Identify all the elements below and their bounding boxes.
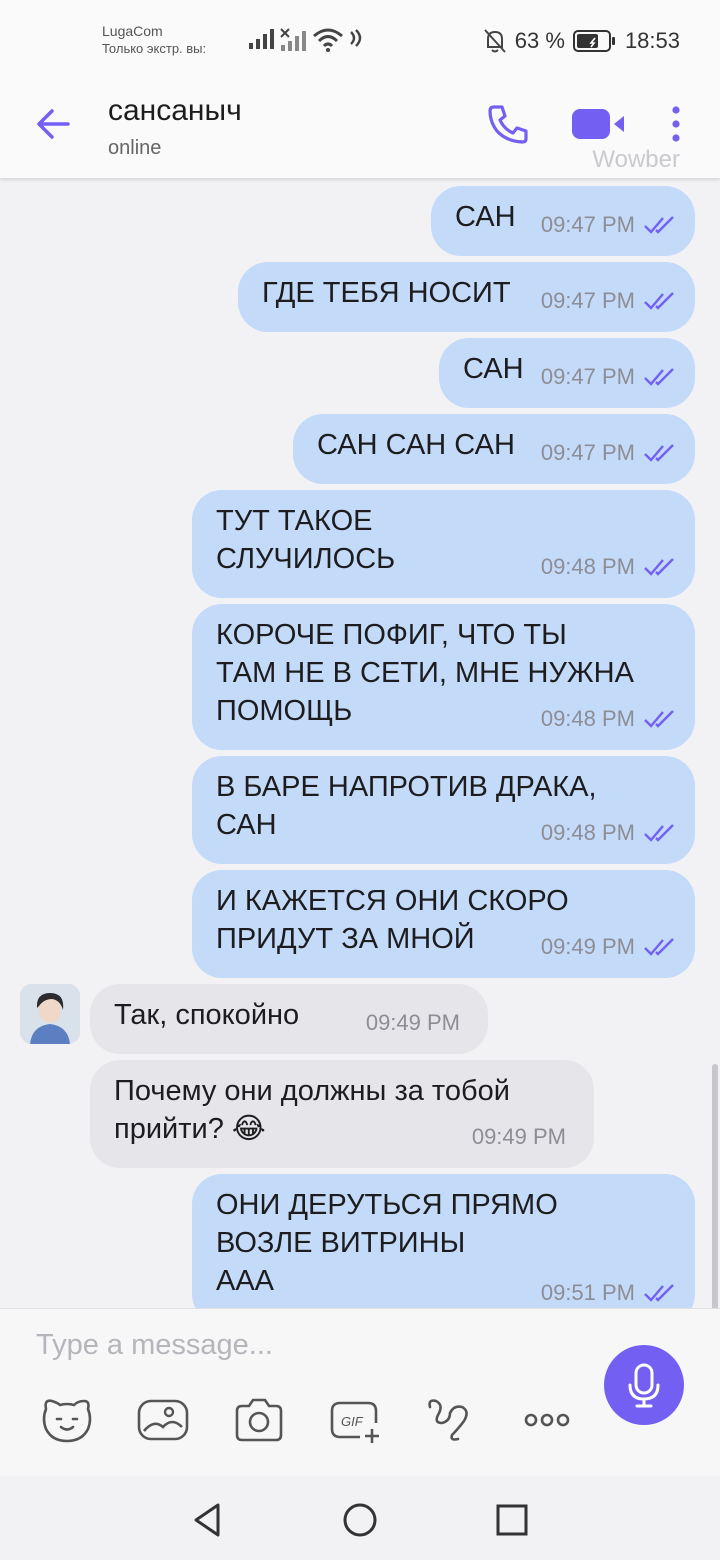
message-time: 09:48 PM	[540, 554, 635, 579]
contact-avatar[interactable]	[20, 984, 80, 1044]
scrollbar[interactable]	[712, 1064, 718, 1308]
more-vertical-icon[interactable]	[664, 102, 688, 146]
read-ticks-icon	[644, 292, 674, 310]
read-ticks-icon	[644, 1284, 674, 1302]
more-horizontal-icon[interactable]	[520, 1395, 574, 1445]
watermark-label: Wowber	[592, 146, 680, 173]
home-circle-icon[interactable]	[340, 1500, 380, 1540]
message-bubble-incoming[interactable]: Так, спокойно 09:49 PM	[90, 984, 488, 1054]
message-time: 09:47 PM	[540, 440, 635, 465]
message-meta: 09:48 PM	[541, 700, 677, 738]
status-right: 63 % 18:53	[483, 28, 680, 54]
message-bubble-outgoing[interactable]: САН САН САН 09:47 PM	[293, 414, 695, 484]
camera-icon[interactable]	[232, 1395, 286, 1445]
mute-notifications-icon	[484, 29, 506, 53]
read-ticks-icon	[644, 368, 674, 386]
carrier-info: LugaCom Только экстр. вы:	[102, 22, 234, 58]
phone-icon[interactable]	[486, 102, 530, 146]
recents-square-icon[interactable]	[492, 1500, 532, 1540]
message-bubble-outgoing[interactable]: ОНИ ДЕРУТЬСЯ ПРЯМО ВОЗЛЕ ВИТРИНЫ ААА 09:…	[192, 1174, 695, 1308]
message-bubble-outgoing[interactable]: В БАРЕ НАПРОТИВ ДРАКА, САН 09:48 PM	[192, 756, 695, 864]
microphone-button[interactable]	[604, 1345, 684, 1425]
message-time: 09:48 PM	[540, 706, 635, 731]
message-time: 09:47 PM	[540, 212, 635, 237]
status-bar: LugaCom Только экстр. вы: 63 % 18:53	[0, 0, 720, 70]
read-ticks-icon	[644, 824, 674, 842]
message-bubble-outgoing[interactable]: ГДЕ ТЕБЯ НОСИТ 09:47 PM	[238, 262, 695, 332]
read-ticks-icon	[644, 216, 674, 234]
message-meta: 09:51 PM	[541, 1274, 677, 1308]
message-time: 09:51 PM	[540, 1280, 635, 1305]
message-time: 09:49 PM	[540, 934, 635, 959]
back-arrow-icon[interactable]	[32, 102, 76, 146]
gif-icon[interactable]: GIF	[328, 1395, 382, 1445]
video-camera-icon[interactable]	[570, 104, 630, 144]
message-list[interactable]: САН 09:47 PM ГДЕ ТЕБЯ НОСИТ 09:47 PM САН…	[0, 178, 720, 1308]
system-nav-bar	[0, 1476, 720, 1560]
battery-percent: 63 %	[514, 28, 565, 53]
read-ticks-icon	[644, 444, 674, 462]
message-bubble-outgoing[interactable]: САН 09:47 PM	[439, 338, 695, 408]
message-bubble-outgoing[interactable]: САН 09:47 PM	[431, 186, 695, 256]
message-meta: 09:47 PM	[541, 434, 677, 472]
message-time: 09:48 PM	[540, 820, 635, 845]
message-input[interactable]: Type a message...	[36, 1329, 273, 1362]
message-time: 09:49 PM	[471, 1124, 566, 1149]
back-triangle-icon[interactable]	[188, 1500, 228, 1540]
message-meta: 09:48 PM	[541, 814, 677, 852]
contact-status: online	[108, 137, 162, 159]
signal-no-sim-icon	[280, 28, 306, 51]
carrier-note: Только экстр. вы:	[102, 41, 207, 56]
wifi-icon	[313, 28, 343, 52]
message-bubble-outgoing[interactable]: И КАЖЕТСЯ ОНИ СКОРО ПРИДУТ ЗА МНОЙ 09:49…	[192, 870, 695, 978]
gallery-icon[interactable]	[136, 1395, 190, 1445]
message-bubble-outgoing[interactable]: ТУТ ТАКОЕ СЛУЧИЛОСЬ 09:48 PM	[192, 490, 695, 598]
read-ticks-icon	[644, 938, 674, 956]
contact-name[interactable]: сансаныч	[108, 94, 242, 128]
message-bubble-outgoing[interactable]: КОРОЧЕ ПОФИГ, ЧТО ТЫ ТАМ НЕ В СЕТИ, МНЕ …	[192, 604, 695, 750]
battery-icon	[572, 30, 615, 52]
doodle-icon[interactable]	[424, 1395, 478, 1445]
read-ticks-icon	[644, 558, 674, 576]
chat-header: сансаныч online Wowber	[0, 70, 720, 178]
avatar-photo	[20, 984, 80, 1044]
message-time: 09:47 PM	[540, 364, 635, 389]
message-meta: 09:47 PM	[541, 358, 677, 396]
message-meta: 09:49 PM	[366, 1004, 460, 1042]
message-time: 09:49 PM	[365, 1010, 460, 1035]
svg-text:GIF: GIF	[341, 1414, 364, 1429]
read-ticks-icon	[644, 710, 674, 728]
message-meta: 09:49 PM	[541, 928, 677, 966]
clock: 18:53	[624, 28, 680, 53]
sticker-icon[interactable]	[40, 1395, 94, 1445]
message-meta: 09:47 PM	[541, 282, 677, 320]
microphone-icon	[628, 1363, 660, 1408]
message-meta: 09:48 PM	[541, 548, 677, 586]
message-composer: Type a message... GIF	[0, 1308, 720, 1476]
message-bubble-incoming[interactable]: Почему они должны за тобой прийти? 😂 09:…	[90, 1060, 594, 1168]
message-time: 09:47 PM	[540, 288, 635, 313]
nfc-icon	[350, 29, 362, 47]
message-meta: 09:47 PM	[541, 206, 677, 244]
signal-icon	[249, 29, 274, 49]
message-meta: 09:49 PM	[472, 1118, 566, 1156]
carrier-name: LugaCom	[102, 23, 163, 39]
